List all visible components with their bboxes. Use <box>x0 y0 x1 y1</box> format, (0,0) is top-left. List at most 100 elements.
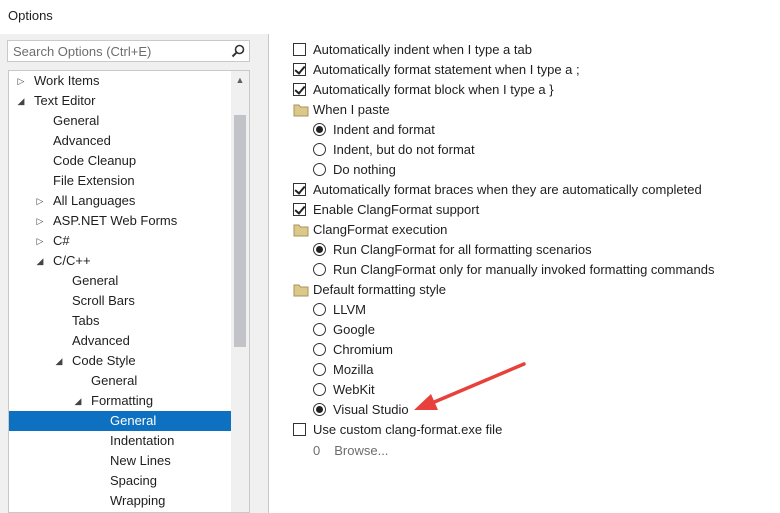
radio-button[interactable] <box>313 263 326 276</box>
option-label: ClangFormat execution <box>313 222 448 237</box>
option-label: Use custom clang-format.exe file <box>313 422 503 437</box>
scroll-up-button[interactable]: ▲ <box>231 71 249 89</box>
tree-item-label: General <box>91 373 138 388</box>
option-label: Visual Studio <box>333 402 409 417</box>
option-label: Indent, but do not format <box>333 142 475 157</box>
tree-item[interactable]: Indentation <box>9 431 231 451</box>
window-title: Options <box>8 8 53 23</box>
tree-item-label: Scroll Bars <box>72 293 135 308</box>
tree-item[interactable]: General <box>9 371 231 391</box>
search-box[interactable] <box>7 40 250 62</box>
tree-item-label: Spacing <box>110 473 157 488</box>
radio-button[interactable] <box>313 143 326 156</box>
expanded-arrow-icon[interactable]: ◢ <box>72 391 84 411</box>
radio-button[interactable] <box>313 123 326 136</box>
expanded-arrow-icon[interactable]: ◢ <box>34 251 46 271</box>
option-label: When I paste <box>313 102 390 117</box>
tree-item-label: Text Editor <box>34 93 96 108</box>
option-label: Run ClangFormat for all formatting scena… <box>333 242 592 257</box>
tree-item[interactable]: ▷ All Languages <box>9 191 231 211</box>
radio-button[interactable] <box>313 243 326 256</box>
checkbox[interactable] <box>293 43 306 56</box>
option-label: Automatically format statement when I ty… <box>313 62 580 77</box>
tree-item-label: Advanced <box>53 133 111 148</box>
tree-item-label: Work Items <box>34 73 100 88</box>
tree-item-label: Advanced <box>72 333 130 348</box>
tree-item-label: C/C++ <box>53 253 91 268</box>
tree-item[interactable]: File Extension <box>9 171 231 191</box>
tree-item-label: C# <box>53 233 70 248</box>
tree-item[interactable]: ◢ Text Editor <box>9 91 231 111</box>
option-label: Do nothing <box>333 162 396 177</box>
tree-item[interactable]: Scroll Bars <box>9 291 231 311</box>
options-tree: ▷ Work Items ◢ Text Editor General Advanced Co… <box>8 70 250 513</box>
option-label: WebKit <box>333 382 375 397</box>
folder-icon <box>293 223 309 237</box>
tree-item[interactable]: General <box>9 111 231 131</box>
radio-button[interactable] <box>313 303 326 316</box>
custom-path-row: 0 Browse... <box>313 443 388 458</box>
radio-button[interactable] <box>313 323 326 336</box>
tree-item-label: General <box>53 113 100 128</box>
options-panel: Automatically indent when I type a tab Au… <box>268 34 780 513</box>
tree-item-label: File Extension <box>53 173 135 188</box>
collapsed-arrow-icon[interactable]: ▷ <box>34 211 46 231</box>
tree-item[interactable]: Advanced <box>9 131 231 151</box>
tree-item[interactable]: ▷ Work Items <box>9 71 231 91</box>
tree-item-label: New Lines <box>110 453 171 468</box>
expanded-arrow-icon[interactable]: ◢ <box>53 351 65 371</box>
option-label: Mozilla <box>333 362 374 377</box>
tree-item[interactable]: Advanced <box>9 331 231 351</box>
tree-item-label: Wrapping <box>110 493 166 508</box>
folder-icon <box>293 103 309 117</box>
tree-item[interactable]: New Lines <box>9 451 231 471</box>
option-label: Default formatting style <box>313 282 446 297</box>
browse-button[interactable]: Browse... <box>334 443 388 458</box>
tree-item[interactable]: General <box>9 411 231 431</box>
tree-item[interactable]: ◢ C/C++ <box>9 251 231 271</box>
tree-item-label: ASP.NET Web Forms <box>53 213 178 228</box>
radio-button[interactable] <box>313 363 326 376</box>
tree-item[interactable]: General <box>9 271 231 291</box>
tree-item[interactable]: Code Cleanup <box>9 151 231 171</box>
tree-item-label: Tabs <box>72 313 100 328</box>
option-label: Indent and format <box>333 122 435 137</box>
checkbox[interactable] <box>293 183 306 196</box>
collapsed-arrow-icon[interactable]: ▷ <box>34 231 46 251</box>
radio-button[interactable] <box>313 343 326 356</box>
tree-item[interactable]: ▷ C# <box>9 231 231 251</box>
tree-item[interactable]: ▷ ASP.NET Web Forms <box>9 211 231 231</box>
tree-item[interactable]: ◢ Formatting <box>9 391 231 411</box>
tree-item[interactable]: Tabs <box>9 311 231 331</box>
option-label: Google <box>333 322 375 337</box>
title-bar: Options <box>0 0 780 34</box>
collapsed-arrow-icon[interactable]: ▷ <box>34 191 46 211</box>
tree-scrollbar[interactable]: ▲ <box>231 71 249 512</box>
checkbox[interactable] <box>293 83 306 96</box>
tree-item-label: Indentation <box>110 433 175 448</box>
tree-item[interactable]: Spacing <box>9 471 231 491</box>
tree-item-label: Formatting <box>91 393 154 408</box>
radio-button[interactable] <box>313 163 326 176</box>
radio-button[interactable] <box>313 383 326 396</box>
option-label: Enable ClangFormat support <box>313 202 480 217</box>
checkbox[interactable] <box>293 203 306 216</box>
radio-button[interactable] <box>313 403 326 416</box>
tree-item-label: Code Cleanup <box>53 153 137 168</box>
tree-item[interactable]: ◢ Code Style <box>9 351 231 371</box>
option-label: Automatically format block when I type a… <box>313 82 554 97</box>
checkbox[interactable] <box>293 63 306 76</box>
folder-icon <box>293 283 309 297</box>
scrollbar-thumb[interactable] <box>234 115 246 347</box>
expanded-arrow-icon[interactable]: ◢ <box>15 91 27 111</box>
search-icon[interactable] <box>230 43 246 59</box>
option-label: LLVM <box>333 302 366 317</box>
checkbox[interactable] <box>293 423 306 436</box>
tree-item[interactable]: Wrapping <box>9 491 231 511</box>
option-label: Chromium <box>333 342 393 357</box>
option-label: Automatically format braces when they ar… <box>313 182 702 197</box>
tree-item-label: General <box>72 273 119 288</box>
search-input[interactable] <box>8 41 233 61</box>
collapsed-arrow-icon[interactable]: ▷ <box>15 71 27 91</box>
option-label: Automatically indent when I type a tab <box>313 42 532 57</box>
